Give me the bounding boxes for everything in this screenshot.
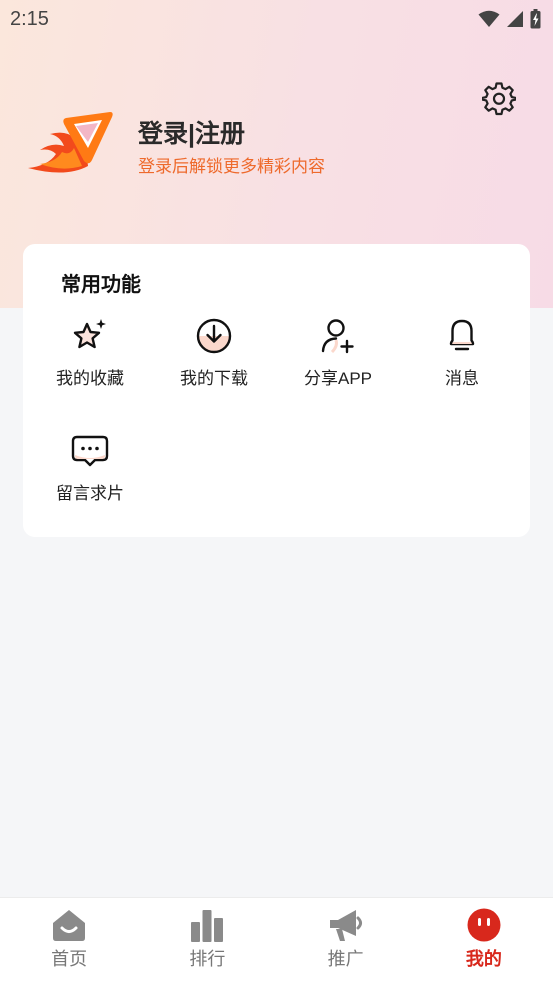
signal-icon [507,11,523,27]
fn-label: 分享APP [303,369,373,388]
messages-button[interactable]: 消息 [400,316,524,396]
wifi-icon [478,10,500,27]
nav-mine[interactable]: 我的 [415,898,553,983]
nav-label: 推广 [327,949,364,969]
nav-ranking[interactable]: 排行 [138,898,276,983]
profile-face-icon [467,908,501,942]
nav-label: 首页 [51,949,88,969]
bottom-nav: 首页 排行 推广 我的 [0,897,553,983]
bell-icon [449,319,475,351]
chat-bubble-icon [71,435,109,467]
fn-label: 留言求片 [56,484,124,503]
fn-label: 消息 [445,369,479,388]
status-icons [478,9,541,29]
fn-label: 我的收藏 [56,369,124,388]
app-logo [26,108,114,176]
login-subtitle: 登录后解锁更多精彩内容 [138,157,325,176]
add-user-icon [321,319,354,354]
bar-chart-icon [191,910,224,942]
star-sparkle-icon [73,319,106,349]
nav-home[interactable]: 首页 [0,898,138,983]
downloads-button[interactable]: 我的下载 [152,316,276,396]
request-movie-button[interactable]: 留言求片 [28,431,152,511]
common-functions-card: 常用功能 我的收藏 我的下载 分享APP 消息 留言求片 [23,244,530,537]
status-bar: 2:15 [0,0,553,38]
fn-label: 我的下载 [180,369,248,388]
nav-promote[interactable]: 推广 [277,898,415,983]
login-register-title[interactable]: 登录|注册 [138,114,245,150]
megaphone-icon [329,910,362,941]
settings-button[interactable] [480,82,518,116]
nav-label: 我的 [465,949,502,969]
home-icon [53,910,86,941]
card-title: 常用功能 [61,274,141,296]
status-time: 2:15 [10,7,49,30]
gear-icon [480,82,518,116]
download-icon [196,318,232,354]
nav-label: 排行 [189,949,226,969]
battery-icon [530,9,541,29]
share-app-button[interactable]: 分享APP [276,316,400,396]
favorites-button[interactable]: 我的收藏 [28,316,152,396]
